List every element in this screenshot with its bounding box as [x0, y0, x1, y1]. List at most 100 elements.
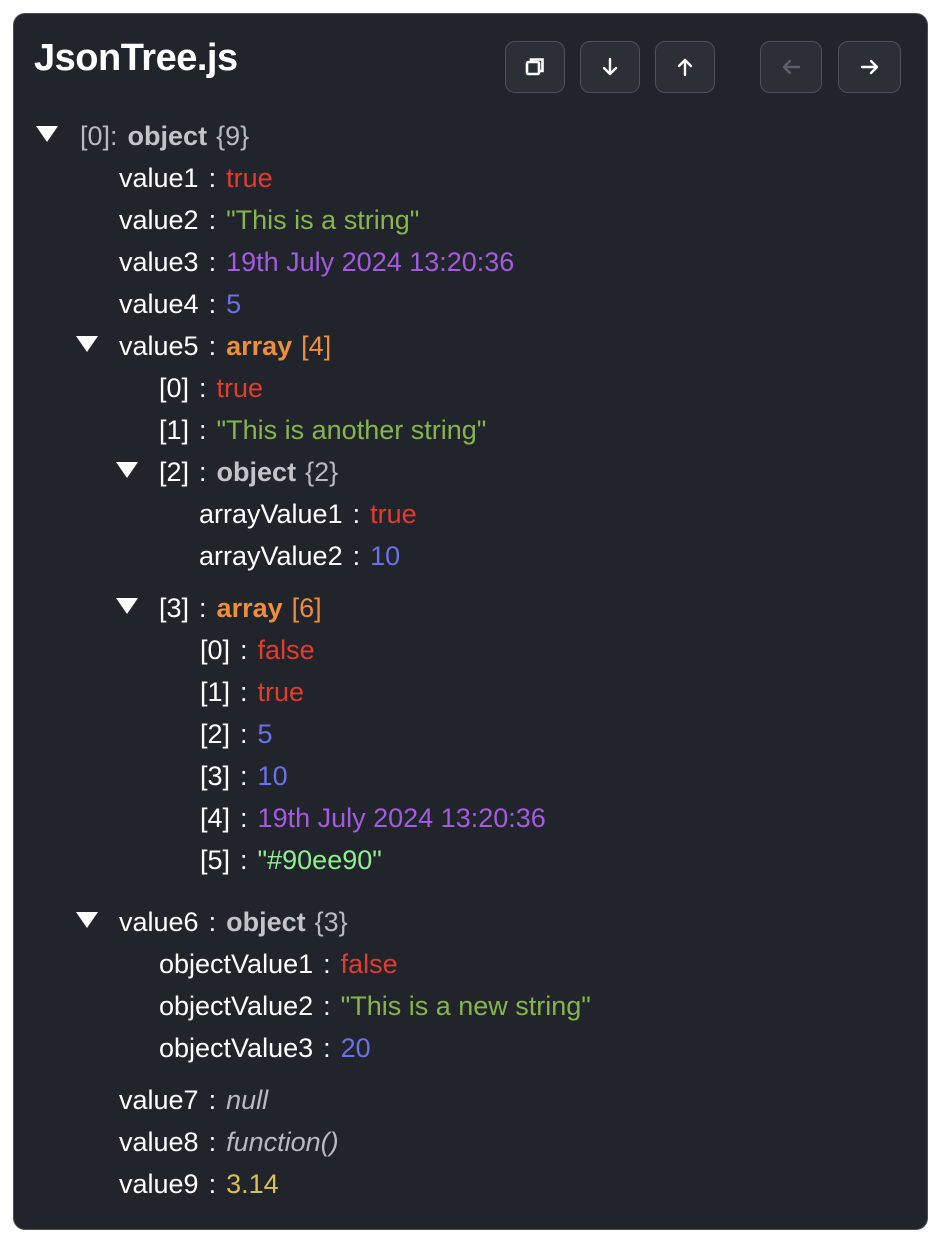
triangle-down-icon — [75, 911, 99, 934]
node-key: value9 — [119, 1168, 199, 1199]
tree-node-value5-3-3: [3] : 10 — [200, 756, 288, 796]
node-value[interactable]: null — [226, 1085, 268, 1116]
node-colon: : — [208, 246, 217, 277]
tree-node-objectValue3: objectValue3 : 20 — [159, 1028, 371, 1068]
node-colon: : — [208, 288, 217, 319]
node-colon: : — [199, 414, 207, 445]
node-value[interactable]: "This is a new string" — [341, 991, 591, 1022]
node-colon: : — [208, 1168, 217, 1199]
tree-node-value5-3-5: [5] : "#90ee90" — [200, 840, 382, 880]
node-colon: : — [240, 844, 248, 875]
node-colon: : — [240, 802, 248, 833]
tree-node-value1: value1 : true — [119, 158, 273, 198]
toggle-collapse-value5[interactable] — [73, 326, 101, 366]
node-count: {9} — [216, 120, 250, 151]
node-key: [5] — [200, 844, 231, 875]
node-key: [1] — [200, 676, 231, 707]
next-button[interactable] — [838, 41, 901, 93]
node-value[interactable]: true — [217, 373, 264, 404]
node-colon: : — [240, 634, 248, 665]
node-colon: : — [110, 120, 118, 151]
copy-icon — [523, 55, 547, 79]
node-colon: : — [240, 718, 248, 749]
node-key: arrayValue2 — [199, 540, 343, 571]
toggle-collapse-value5-2[interactable] — [113, 452, 141, 492]
node-count: {3} — [314, 906, 348, 937]
node-colon: : — [208, 330, 217, 361]
node-value[interactable]: "This is a string" — [226, 205, 419, 236]
node-colon: : — [323, 948, 331, 979]
node-colon: : — [199, 372, 207, 403]
tree-node-value6: value6 : object {3} — [119, 902, 348, 942]
node-key: value8 — [119, 1126, 199, 1157]
tree-node-value5-2: [2] : object {2} — [159, 452, 338, 492]
node-value[interactable]: 3.14 — [226, 1169, 279, 1200]
node-value[interactable]: 10 — [370, 541, 400, 572]
triangle-down-icon — [35, 125, 59, 148]
tree-node-value9: value9 : 3.14 — [119, 1164, 279, 1204]
node-count: [4] — [301, 330, 332, 361]
node-key: value2 — [119, 204, 199, 235]
node-count: [6] — [291, 592, 322, 623]
node-colon: : — [208, 162, 217, 193]
node-value[interactable]: function() — [226, 1127, 339, 1158]
node-value[interactable]: 20 — [341, 1033, 371, 1064]
node-value[interactable]: true — [226, 163, 273, 194]
node-key: [2] — [200, 718, 231, 749]
node-value[interactable]: "This is another string" — [217, 415, 487, 446]
node-key: [2] — [159, 456, 190, 487]
toggle-collapse-root[interactable] — [33, 116, 61, 156]
node-key: [4] — [200, 802, 231, 833]
tree-node-arrayValue1: arrayValue1 : true — [199, 494, 417, 534]
node-value[interactable]: true — [258, 677, 305, 708]
node-colon: : — [352, 540, 361, 571]
node-value[interactable]: true — [370, 499, 417, 530]
tree-node-value7: value7 : null — [119, 1080, 268, 1120]
json-tree-panel: JsonTree.js [0]: object {9} value1: tr… — [13, 13, 928, 1230]
node-count: {2} — [305, 456, 339, 487]
collapse-all-button[interactable] — [655, 41, 715, 93]
page-title: JsonTree.js — [34, 37, 238, 79]
tree-node-value2: value2 : "This is a string" — [119, 200, 419, 240]
node-value[interactable]: 19th July 2024 13:20:36 — [258, 803, 546, 834]
node-key: arrayValue1 — [199, 498, 343, 529]
node-key: [0] — [200, 634, 231, 665]
node-key: [0] — [80, 120, 111, 151]
arrow-up-icon — [673, 55, 697, 79]
toggle-collapse-value6[interactable] — [73, 902, 101, 942]
node-value[interactable]: 5 — [226, 289, 241, 320]
node-key: value3 — [119, 246, 199, 277]
previous-button[interactable] — [760, 41, 822, 93]
tree-node-value5: value5 : array [4] — [119, 326, 331, 366]
expand-all-button[interactable] — [580, 41, 640, 93]
node-key: value4 — [119, 288, 199, 319]
node-value[interactable]: false — [258, 635, 315, 666]
tree-node-value5-3-2: [2] : 5 — [200, 714, 273, 754]
tree-node-objectValue2: objectValue2 : "This is a new string" — [159, 986, 591, 1026]
node-key: objectValue2 — [159, 990, 314, 1021]
toggle-collapse-value5-3[interactable] — [113, 588, 141, 628]
node-colon: : — [199, 456, 207, 487]
node-colon: : — [240, 760, 248, 791]
tree-node-value5-1: [1] : "This is another string" — [159, 410, 486, 450]
node-type: object — [226, 906, 306, 937]
node-key: value7 — [119, 1084, 199, 1115]
tree-node-value8: value8 : function() — [119, 1122, 339, 1162]
node-value[interactable]: "#90ee90" — [258, 845, 382, 876]
node-colon: : — [199, 592, 207, 623]
copy-button[interactable] — [505, 41, 565, 93]
node-value[interactable]: 19th July 2024 13:20:36 — [226, 247, 514, 278]
tree-node-value5-3-1: [1] : true — [200, 672, 304, 712]
triangle-down-icon — [75, 335, 99, 358]
tree-node-objectValue1: objectValue1 : false — [159, 944, 398, 984]
node-value[interactable]: 5 — [258, 719, 273, 750]
arrow-down-icon — [598, 55, 622, 79]
node-key: value5 — [119, 330, 199, 361]
node-colon: : — [208, 906, 217, 937]
node-value[interactable]: false — [341, 949, 398, 980]
node-colon: : — [323, 990, 331, 1021]
node-value[interactable]: 10 — [258, 761, 288, 792]
tree-node-root: [0] : object {9} — [80, 116, 249, 156]
arrow-left-icon — [779, 55, 803, 79]
tree-node-value5-0: [0] : true — [159, 368, 263, 408]
